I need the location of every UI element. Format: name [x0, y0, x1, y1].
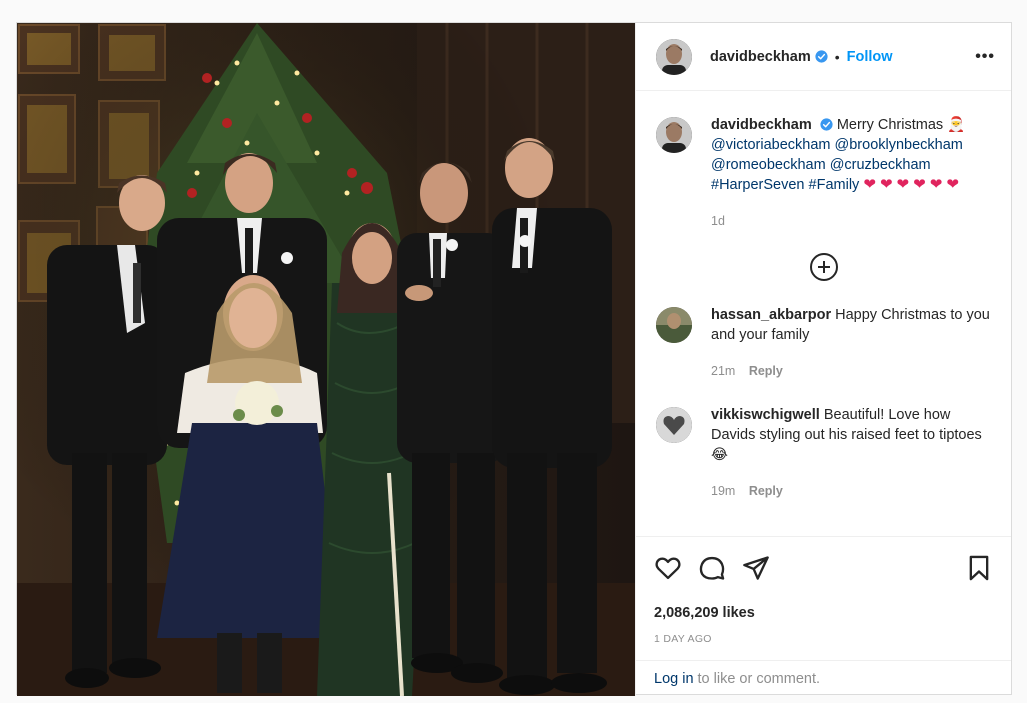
- family-christmas-photo: [17, 23, 635, 696]
- caption-username[interactable]: davidbeckham: [711, 117, 812, 133]
- commenter-avatar-image: [656, 407, 692, 443]
- comments-list[interactable]: davidbeckham Merry Christmas 🎅 @victoria…: [636, 91, 1011, 536]
- commenter-avatar[interactable]: [656, 307, 692, 343]
- commenter-avatar[interactable]: [656, 407, 692, 443]
- heart-emoji-icon: ❤: [863, 176, 876, 193]
- commenter-avatar-image: [656, 307, 692, 343]
- caption-time[interactable]: 1d: [711, 214, 725, 228]
- likes-count[interactable]: 2,086,209 likes: [654, 605, 993, 621]
- post-timestamp[interactable]: 1 DAY AGO: [654, 633, 993, 645]
- author-username[interactable]: davidbeckham: [710, 49, 811, 65]
- heart-emoji-icon: ❤: [913, 176, 926, 193]
- hashtag-harperseven[interactable]: #HarperSeven: [711, 177, 805, 193]
- more-options-icon[interactable]: •••: [975, 48, 995, 66]
- login-prompt: Log in to like or comment.: [636, 660, 1011, 696]
- comment-username[interactable]: hassan_akbarpor: [711, 307, 831, 323]
- comment-meta: 21m Reply: [711, 361, 991, 381]
- mention-cruzbeckham[interactable]: @cruzbeckham: [830, 157, 931, 173]
- comment-time[interactable]: 21m: [711, 364, 735, 378]
- author-avatar[interactable]: [656, 38, 692, 75]
- caption: davidbeckham Merry Christmas 🎅 @victoria…: [656, 115, 991, 231]
- comment-item: vikkiswchigwell Beautiful! Love how Davi…: [656, 405, 991, 501]
- header-separator: •: [834, 48, 840, 65]
- caption-body: davidbeckham Merry Christmas 🎅 @victoria…: [711, 115, 991, 231]
- reply-button[interactable]: Reply: [749, 364, 783, 378]
- reply-button[interactable]: Reply: [749, 484, 783, 498]
- post-header: davidbeckham • Follow •••: [636, 23, 1011, 91]
- follow-button[interactable]: Follow: [847, 49, 893, 65]
- verified-badge-icon: [820, 118, 833, 131]
- heart-emoji-icon: ❤: [879, 176, 893, 193]
- laughing-emoji-icon: 😂: [711, 447, 728, 463]
- load-more-comments-icon[interactable]: [809, 253, 838, 281]
- verified-badge-icon: [815, 50, 828, 63]
- caption-meta: 1d: [711, 211, 991, 231]
- comment-username[interactable]: vikkiswchigwell: [711, 407, 820, 423]
- caption-avatar-image: [656, 117, 692, 153]
- mention-romeobeckham[interactable]: @romeobeckham: [711, 157, 826, 173]
- load-more: [656, 253, 991, 281]
- login-prompt-text: to like or comment.: [697, 670, 821, 687]
- comment-item: hassan_akbarpor Happy Christmas to you a…: [656, 305, 991, 381]
- comment-body: vikkiswchigwell Beautiful! Love how Davi…: [711, 405, 991, 501]
- author-avatar-image: [656, 38, 692, 75]
- login-link[interactable]: Log in: [654, 671, 694, 687]
- heart-emoji-icon: ❤: [929, 176, 943, 193]
- post-photo[interactable]: [17, 23, 635, 696]
- caption-avatar[interactable]: [656, 117, 692, 153]
- comment-time[interactable]: 19m: [711, 484, 735, 498]
- comment-body: hassan_akbarpor Happy Christmas to you a…: [711, 305, 991, 381]
- comment-meta: 19m Reply: [711, 481, 991, 501]
- heart-emoji-icon: ❤: [896, 176, 910, 193]
- post-sidebar: davidbeckham • Follow ••• davidbeckham M…: [635, 23, 1011, 696]
- instagram-post: davidbeckham • Follow ••• davidbeckham M…: [16, 22, 1012, 696]
- action-bar: [654, 551, 993, 585]
- post-actions: 2,086,209 likes 1 DAY AGO: [636, 536, 1011, 660]
- like-heart-icon[interactable]: [654, 554, 682, 582]
- share-send-icon[interactable]: [742, 554, 770, 582]
- save-bookmark-icon[interactable]: [965, 554, 993, 582]
- mention-victoriabeckham[interactable]: @victoriabeckham: [711, 137, 830, 153]
- caption-text: Merry Christmas: [836, 117, 944, 133]
- hashtag-family[interactable]: #Family: [809, 177, 860, 193]
- mention-brooklynbeckham[interactable]: @brooklynbeckham: [835, 137, 963, 153]
- comment-bubble-icon[interactable]: [698, 554, 726, 582]
- heart-emoji-icon: ❤: [946, 176, 959, 193]
- santa-emoji-icon: 🎅: [947, 117, 966, 133]
